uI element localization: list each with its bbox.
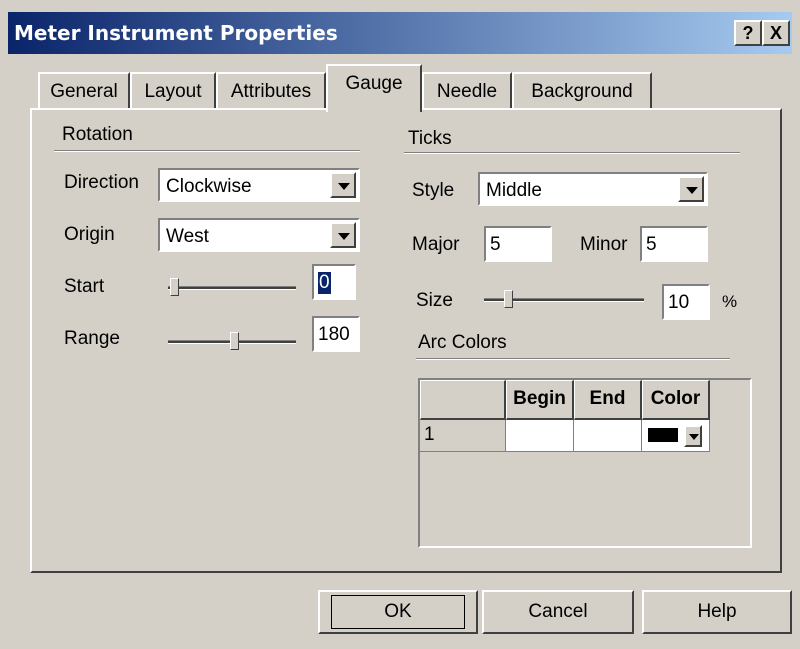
origin-select[interactable]: West <box>158 218 360 252</box>
minor-ticks-value: 5 <box>646 234 657 255</box>
origin-value: West <box>166 226 209 247</box>
column-header-end[interactable]: End <box>574 380 642 420</box>
range-field[interactable]: 180 <box>312 316 360 352</box>
direction-label: Direction <box>64 172 139 193</box>
tick-style-select[interactable]: Middle <box>478 172 708 206</box>
chevron-down-icon[interactable] <box>330 172 356 198</box>
tab-general[interactable]: General <box>38 72 130 110</box>
slider-thumb[interactable] <box>230 332 239 350</box>
major-ticks-value: 5 <box>490 234 501 255</box>
chevron-down-icon[interactable] <box>330 222 356 248</box>
color-swatch <box>648 428 678 442</box>
direction-select[interactable]: Clockwise <box>158 168 360 202</box>
arc-colors-grid[interactable]: Begin End Color 1 <box>418 378 752 548</box>
tab-layout[interactable]: Layout <box>130 72 216 110</box>
rotation-divider <box>54 150 360 152</box>
grid-corner-header <box>420 380 506 420</box>
major-ticks-field[interactable]: 5 <box>484 226 552 262</box>
help-button[interactable]: Help <box>642 590 792 634</box>
tick-style-value: Middle <box>486 180 542 201</box>
range-value: 180 <box>318 324 350 345</box>
cancel-button[interactable]: Cancel <box>482 590 634 634</box>
slider-thumb[interactable] <box>504 290 513 308</box>
title-bar: Meter Instrument Properties ? X <box>8 12 792 54</box>
ok-label: OK <box>328 592 468 632</box>
range-label: Range <box>64 328 120 349</box>
major-label: Major <box>412 234 460 255</box>
minor-label: Minor <box>580 234 628 255</box>
end-cell[interactable] <box>574 420 642 452</box>
ticks-group-label: Ticks <box>408 128 452 149</box>
start-field[interactable]: 0 <box>312 264 356 300</box>
tick-size-value: 10 <box>668 292 690 313</box>
size-label: Size <box>416 290 453 311</box>
color-cell[interactable] <box>642 420 710 452</box>
tick-size-slider[interactable] <box>484 290 644 310</box>
style-label: Style <box>412 180 455 201</box>
arc-colors-group-label: Arc Colors <box>418 332 507 353</box>
tab-gauge[interactable]: Gauge <box>326 64 422 112</box>
tab-attributes[interactable]: Attributes <box>216 72 326 110</box>
start-label: Start <box>64 276 105 297</box>
percent-unit-label: % <box>722 292 738 311</box>
tick-size-field[interactable]: 10 <box>662 284 710 320</box>
row-header[interactable]: 1 <box>420 420 506 452</box>
minor-ticks-field[interactable]: 5 <box>640 226 708 262</box>
tab-needle[interactable]: Needle <box>422 72 512 110</box>
close-title-button[interactable]: X <box>762 20 790 46</box>
ok-button[interactable]: OK <box>318 590 478 634</box>
start-value: 0 <box>318 272 331 294</box>
tab-background[interactable]: Background <box>512 72 652 110</box>
column-header-begin[interactable]: Begin <box>506 380 574 420</box>
help-title-button[interactable]: ? <box>734 20 762 46</box>
rotation-group-label: Rotation <box>62 124 133 145</box>
range-slider[interactable] <box>168 332 296 352</box>
slider-track <box>168 286 296 290</box>
origin-label: Origin <box>64 224 115 245</box>
column-header-color[interactable]: Color <box>642 380 710 420</box>
ticks-divider <box>404 152 740 154</box>
start-slider[interactable] <box>168 278 296 298</box>
arc-colors-divider <box>416 358 730 360</box>
begin-cell[interactable] <box>506 420 574 452</box>
dialog-title: Meter Instrument Properties <box>14 21 338 45</box>
chevron-down-icon <box>689 434 699 440</box>
color-dropdown-button[interactable] <box>684 425 702 447</box>
slider-thumb[interactable] <box>170 278 179 296</box>
chevron-down-icon[interactable] <box>678 176 704 202</box>
properties-dialog: Meter Instrument Properties ? X General … <box>0 0 800 649</box>
direction-value: Clockwise <box>166 176 252 197</box>
